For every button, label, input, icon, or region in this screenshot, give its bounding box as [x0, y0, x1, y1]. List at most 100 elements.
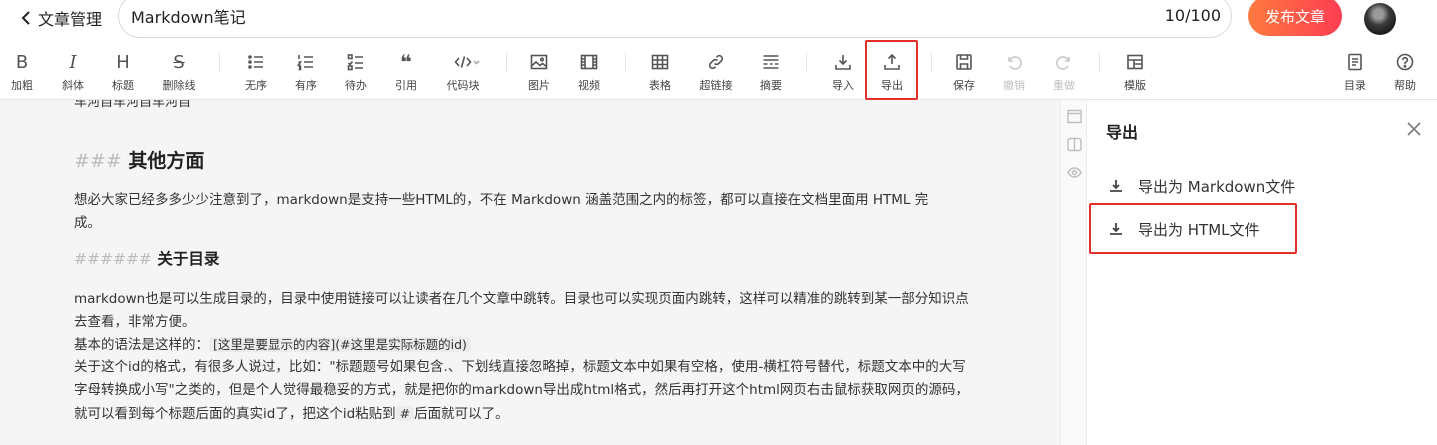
quote-label: 引用 [395, 79, 417, 92]
summary-icon [763, 55, 779, 69]
summary-button[interactable]: 摘要 [758, 45, 784, 99]
insert-link-label: 超链接 [699, 79, 733, 92]
insert-image-label: 图片 [528, 79, 550, 92]
help-icon [1396, 53, 1414, 71]
export-markdown-option[interactable]: 导出为 Markdown文件 [1108, 173, 1295, 199]
help-label: 帮助 [1394, 79, 1416, 92]
template-label: 模版 [1124, 79, 1146, 92]
import-button[interactable]: 导入 [830, 45, 856, 99]
chevron-left-icon [21, 11, 30, 25]
unordered-list-button[interactable]: 无序 [243, 45, 269, 99]
italic-button[interactable]: I 斜体 [60, 45, 86, 99]
save-icon [956, 54, 972, 70]
export-label: 导出 [881, 79, 903, 92]
toc-label: 目录 [1344, 79, 1366, 92]
quote-icon: ❝ [400, 50, 412, 74]
editor-paragraph: 想必大家已经多多少少注意到了，markdown是支持一些HTML的，不在 Mar… [74, 192, 929, 231]
strikethrough-label: 删除线 [162, 79, 196, 92]
strikethrough-icon: S [173, 51, 185, 73]
insert-image-button[interactable]: 图片 [526, 45, 552, 99]
editor-heading-3: ### 其他方面 [74, 146, 204, 173]
export-markdown-label: 导出为 Markdown文件 [1138, 177, 1296, 196]
download-icon [835, 55, 851, 70]
heading-label: 标题 [112, 79, 134, 92]
template-button[interactable]: 模版 [1122, 45, 1148, 99]
import-label: 导入 [832, 79, 854, 92]
toolbar-divider [219, 53, 220, 71]
heading-button[interactable]: H 标题 [110, 45, 136, 99]
toolbar-divider [506, 53, 507, 71]
view-mode-strip [1060, 100, 1087, 445]
paragraph-text: 后面就可以了。 [414, 406, 509, 422]
back-to-article-management[interactable]: 文章管理 [20, 7, 102, 29]
save-label: 保存 [953, 79, 975, 92]
code-icon [454, 56, 480, 68]
markdown-editor[interactable]: 车河自车河自车河自 ### 其他方面 想必大家已经多多少少注意到了，markdo… [0, 100, 1060, 445]
insert-link-button[interactable]: 超链接 [697, 45, 735, 99]
table-icon [651, 54, 669, 70]
panel-title: 导出 [1106, 123, 1139, 142]
bold-button[interactable]: B 加粗 [10, 45, 34, 99]
editor-toolbar: B 加粗 I 斜体 H 标题 S 删除线 无序 有序 待办 ❝ 引用 代码块 图… [0, 45, 1437, 100]
insert-video-button[interactable]: 视频 [576, 45, 602, 99]
editor-paragraph: 关于这个id的格式，有很多人说过，比如："标题题号如果包含.、下划线直接忽略掉，… [74, 356, 974, 426]
editor-only-view-button[interactable] [1067, 109, 1082, 124]
ordered-list-button[interactable]: 有序 [293, 45, 319, 99]
todo-list-button[interactable]: 待办 [343, 45, 369, 99]
unordered-list-icon [248, 55, 263, 69]
redo-button[interactable]: 重做 [1051, 45, 1077, 99]
article-title-input[interactable] [131, 3, 1031, 29]
eye-icon [1067, 167, 1082, 178]
heading-marker: ### [74, 150, 122, 172]
insert-table-button[interactable]: 表格 [647, 45, 673, 99]
split-view-icon [1067, 137, 1082, 152]
editor-heading-6: ###### 关于目录 [74, 247, 219, 269]
quote-button[interactable]: ❝ 引用 [393, 45, 419, 99]
close-panel-button[interactable] [1406, 121, 1422, 137]
italic-label: 斜体 [62, 79, 84, 92]
undo-button[interactable]: 撤销 [1001, 45, 1027, 99]
unordered-list-label: 无序 [245, 79, 267, 92]
video-icon [580, 54, 598, 70]
undo-icon [1008, 56, 1022, 70]
insert-video-label: 视频 [578, 79, 600, 92]
ordered-list-label: 有序 [295, 79, 317, 92]
split-view-button[interactable] [1067, 137, 1082, 152]
download-icon [1110, 180, 1122, 192]
save-button[interactable]: 保存 [951, 45, 977, 99]
insert-table-label: 表格 [649, 79, 671, 92]
toolbar-divider [625, 53, 626, 71]
inline-code: # [395, 406, 415, 421]
toolbar-divider [931, 53, 932, 71]
heading-text: 其他方面 [128, 150, 205, 172]
toc-button[interactable]: 目录 [1342, 45, 1368, 99]
toolbar-divider [806, 53, 807, 71]
title-char-count: 10/100 [1164, 6, 1221, 25]
preview-view-button[interactable] [1067, 165, 1082, 180]
help-button[interactable]: 帮助 [1392, 45, 1418, 99]
export-html-label: 导出为 HTML文件 [1138, 220, 1260, 239]
code-block-button[interactable]: 代码块 [443, 45, 491, 99]
heading-icon: H [116, 51, 130, 73]
heading-marker: ###### [74, 250, 152, 268]
bold-label: 加粗 [11, 79, 33, 92]
paragraph-text: 基本的语法是这样的： [74, 337, 209, 353]
image-icon [530, 54, 548, 70]
avatar[interactable] [1364, 3, 1396, 35]
heading-text: 关于目录 [157, 250, 220, 268]
export-button[interactable]: 导出 [879, 45, 905, 99]
checklist-icon [347, 54, 363, 71]
todo-list-label: 待办 [345, 79, 367, 92]
editor-only-icon [1067, 109, 1082, 124]
toc-icon [1348, 53, 1362, 71]
export-html-option[interactable]: 导出为 HTML文件 [1108, 216, 1260, 242]
article-title-field[interactable]: 10/100 [118, 0, 1232, 38]
top-bar: 文章管理 10/100 发布文章 [0, 0, 1437, 45]
publish-article-button[interactable]: 发布文章 [1248, 0, 1342, 36]
upload-icon [884, 53, 900, 70]
editor-paragraph: markdown也是可以生成目录的，目录中使用链接可以让读者在几个文章中跳转。目… [74, 291, 969, 330]
paragraph-text: 关于这个id的格式，有很多人说过，比如："标题题号如果包含.、下划线直接忽略掉，… [74, 359, 969, 422]
code-block-label: 代码块 [446, 79, 480, 92]
strikethrough-button[interactable]: S 删除线 [160, 45, 198, 99]
italic-icon: I [69, 51, 77, 73]
